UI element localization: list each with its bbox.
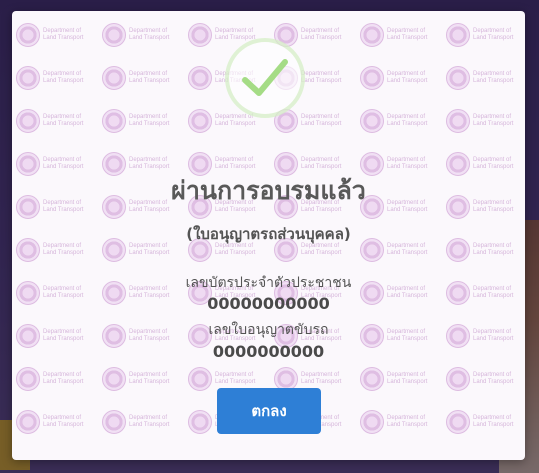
id-card-label: เลขบัตรประจำตัวประชาชน xyxy=(185,275,352,291)
dialog-title: ผ่านการอบรมแล้ว xyxy=(171,176,366,205)
id-card-value: 00000000000 xyxy=(207,294,330,313)
success-dialog: Department of Land Transport Department of… xyxy=(12,11,525,460)
ok-button[interactable]: ตกลง xyxy=(217,388,321,434)
license-value: 0000000000 xyxy=(212,342,325,361)
license-label: เลขใบอนุญาตขับรถ xyxy=(208,322,329,338)
dialog-subtitle: (ใบอนุญาตรถส่วนบุคคล) xyxy=(186,225,351,243)
success-checkmark-icon xyxy=(225,38,305,118)
